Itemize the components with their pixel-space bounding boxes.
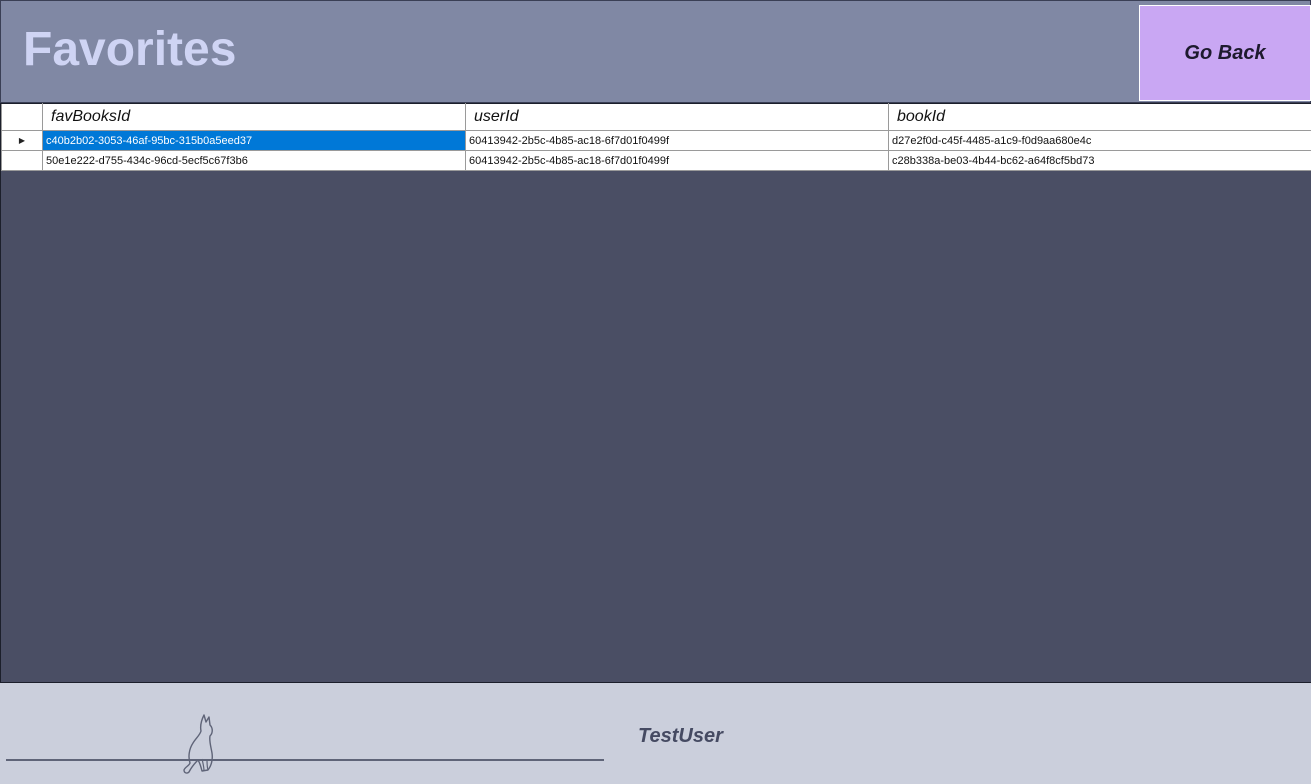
grid-corner-cell[interactable] xyxy=(1,103,43,131)
username-label: TestUser xyxy=(638,725,723,747)
cell-bookid[interactable]: d27e2f0d-c45f-4485-a1c9-f0d9aa680e4c xyxy=(888,130,1311,151)
header-bar: Favorites Go Back xyxy=(0,0,1311,103)
cell-bookid[interactable]: c28b338a-be03-4b44-bc62-a64f8cf5bd73 xyxy=(888,150,1311,171)
column-header-bookid[interactable]: bookId xyxy=(888,103,1311,131)
favorites-table: favBooksId userId bookId ▶ c40b2b02-3053… xyxy=(1,103,1311,171)
table-row[interactable]: 50e1e222-d755-434c-96cd-5ecf5c67f3b6 604… xyxy=(1,150,1311,171)
row-header-current-row-icon[interactable]: ▶ xyxy=(1,130,43,151)
page-title: Favorites xyxy=(23,23,237,76)
go-back-button[interactable]: Go Back xyxy=(1139,5,1311,101)
table-row[interactable]: ▶ c40b2b02-3053-46af-95bc-315b0a5eed37 6… xyxy=(1,130,1311,151)
column-header-row: favBooksId userId bookId xyxy=(1,103,1311,131)
footer-bar: TestUser xyxy=(0,683,1311,784)
cell-userid[interactable]: 60413942-2b5c-4b85-ac18-6f7d01f0499f xyxy=(465,150,889,171)
favorites-window: Favorites Go Back favBooksId userId book… xyxy=(0,0,1311,784)
favorites-data-grid[interactable]: favBooksId userId bookId ▶ c40b2b02-3053… xyxy=(0,103,1311,683)
column-header-userid[interactable]: userId xyxy=(465,103,889,131)
row-header[interactable] xyxy=(1,150,43,171)
footer-divider-line xyxy=(6,759,604,761)
cell-favbooksid[interactable]: c40b2b02-3053-46af-95bc-315b0a5eed37 xyxy=(42,130,466,151)
cat-icon xyxy=(183,714,213,774)
cell-favbooksid[interactable]: 50e1e222-d755-434c-96cd-5ecf5c67f3b6 xyxy=(42,150,466,171)
column-header-favbooksid[interactable]: favBooksId xyxy=(42,103,466,131)
cell-userid[interactable]: 60413942-2b5c-4b85-ac18-6f7d01f0499f xyxy=(465,130,889,151)
